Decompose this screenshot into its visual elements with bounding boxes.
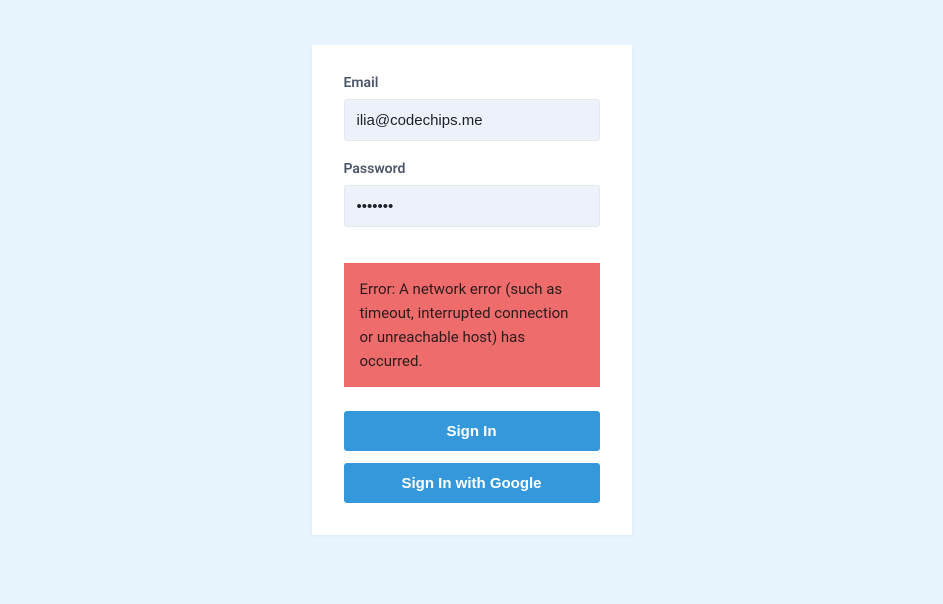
- password-field[interactable]: [344, 185, 600, 227]
- password-group: Password: [344, 161, 600, 227]
- email-label: Email: [344, 75, 600, 91]
- login-card: Email Password Error: A network error (s…: [312, 45, 632, 535]
- password-label: Password: [344, 161, 600, 177]
- error-message: Error: A network error (such as timeout,…: [344, 263, 600, 387]
- email-field[interactable]: [344, 99, 600, 141]
- email-group: Email: [344, 75, 600, 141]
- sign-in-button[interactable]: Sign In: [344, 411, 600, 451]
- sign-in-google-button[interactable]: Sign In with Google: [344, 463, 600, 503]
